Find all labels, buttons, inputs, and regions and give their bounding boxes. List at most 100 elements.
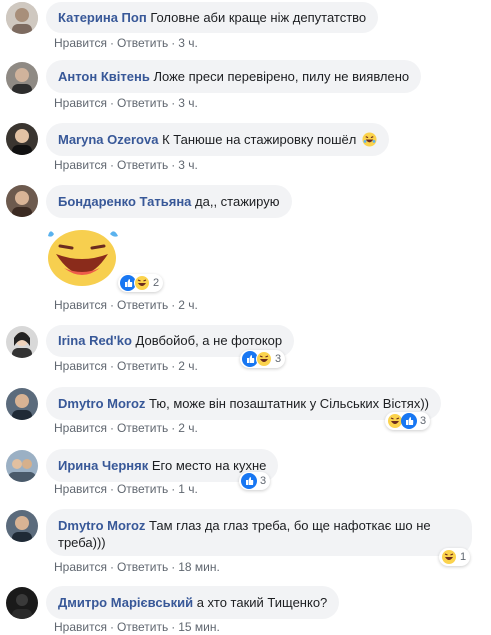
separator: · [171,36,176,50]
comment-bubble: Катерина Поп Головне аби краще ніж депут… [46,2,379,33]
author-name[interactable]: Бондаренко Татьяна [58,194,191,209]
reply-link[interactable]: Ответить [117,421,168,435]
like-reaction-icon [241,473,257,489]
comment-text: Там глаз да глаз треба, бо ще нафоткає ш… [149,518,431,533]
comment-bubble: Dmytro Moroz Тю, може він позаштатник у … [46,387,441,420]
like-link[interactable]: Нравится [54,298,107,312]
reaction-count: 1 [460,551,467,563]
reaction-summary[interactable]: 3 [240,350,286,368]
comment-bubble: Антон Квітень Ложе преси перевірено, пил… [46,60,422,93]
like-reaction-icon [401,413,417,429]
avatar-photo [6,326,38,358]
author-name[interactable]: Maryna Ozerova [58,132,158,147]
separator: · [109,96,114,110]
author-name[interactable]: Дмитро Марієвський [58,595,193,610]
comment-actions: Нравится · Ответить · 15 мин. [54,619,220,635]
comment-actions: Нравится · Ответить · 18 мин. [54,559,220,575]
reply-link[interactable]: Ответить [117,482,168,496]
separator: · [109,482,114,496]
like-link[interactable]: Нравится [54,421,107,435]
comment-bubble: Бондаренко Татьяна да,, стажирую [46,185,292,218]
like-link[interactable]: Нравится [54,158,107,172]
separator: · [109,298,114,312]
separator: · [171,359,176,373]
avatar[interactable] [6,587,38,619]
author-name[interactable]: Антон Квітень [58,69,150,84]
haha-reaction-icon [441,549,457,565]
reaction-count: 3 [420,415,427,427]
avatar[interactable] [6,185,38,217]
author-name[interactable]: Dmytro Moroz [58,396,145,411]
comment-text: К Танюше на стажировку пошёл [162,132,357,147]
avatar[interactable] [6,62,38,94]
author-name[interactable]: Dmytro Moroz [58,518,145,533]
comment-actions: Нравится · Ответить · 2 ч. [54,420,198,436]
separator: · [171,560,176,574]
avatar-photo [6,2,38,34]
separator: · [171,482,176,496]
comment-text: Головне аби краще ніж депутатство [150,10,367,25]
timestamp[interactable]: 3 ч. [178,158,198,172]
separator: · [109,560,114,574]
like-link[interactable]: Нравится [54,359,107,373]
reaction-count: 3 [260,475,267,487]
comment-actions: Нравится · Ответить · 2 ч. [54,297,198,313]
comment-text: Тю, може він позаштатник у Сільських Віс… [149,396,429,411]
author-name[interactable]: Катерина Поп [58,10,147,25]
timestamp[interactable]: 2 ч. [178,298,198,312]
comment-actions: Нравится · Ответить · 2 ч. [54,358,198,374]
separator: · [171,96,176,110]
author-name[interactable]: Irina Red'ko [58,333,132,348]
timestamp[interactable]: 3 ч. [178,96,198,110]
comment-text: а хто такий Тищенко? [196,595,328,610]
timestamp[interactable]: 18 мин. [178,560,220,574]
comment-text: Довбойоб, а не фотокор [135,333,283,348]
comment-text: Его место на кухне [151,458,267,473]
reply-link[interactable]: Ответить [117,359,168,373]
comment-bubble: Дмитро Марієвський а хто такий Тищенко? [46,586,340,619]
reaction-count: 2 [153,277,160,289]
reaction-summary[interactable]: 2 [118,274,164,292]
timestamp[interactable]: 3 ч. [178,36,198,50]
comment-text: да,, стажирую [195,194,280,209]
separator: · [109,36,114,50]
avatar-photo [6,185,38,217]
like-link[interactable]: Нравится [54,560,107,574]
avatar-photo [6,62,38,94]
avatar[interactable] [6,450,38,482]
avatar[interactable] [6,2,38,34]
reaction-summary[interactable]: 1 [439,548,471,566]
avatar[interactable] [6,123,38,155]
avatar[interactable] [6,388,38,420]
avatar-photo [6,450,38,482]
like-link[interactable]: Нравится [54,482,107,496]
comment-actions: Нравится · Ответить · 1 ч. [54,481,198,497]
reply-link[interactable]: Ответить [117,36,168,50]
timestamp[interactable]: 1 ч. [178,482,198,496]
like-link[interactable]: Нравится [54,96,107,110]
reply-link[interactable]: Ответить [117,560,168,574]
avatar-photo [6,123,38,155]
laughing-sticker-icon [48,230,118,286]
separator: · [171,158,176,172]
avatar[interactable] [6,510,38,542]
separator: · [109,158,114,172]
reply-link[interactable]: Ответить [117,158,168,172]
like-link[interactable]: Нравится [54,36,107,50]
reaction-summary[interactable]: 3 [239,472,271,490]
comment-actions: Нравится · Ответить · 3 ч. [54,95,198,111]
avatar-photo [6,587,38,619]
avatar-photo [6,388,38,420]
comment-bubble: Maryna Ozerova К Танюше на стажировку по… [46,123,390,156]
reaction-count: 3 [275,353,282,365]
reply-link[interactable]: Ответить [117,298,168,312]
timestamp[interactable]: 2 ч. [178,359,198,373]
separator: · [109,421,114,435]
comment-actions: Нравится · Ответить · 3 ч. [54,35,198,51]
reaction-summary[interactable]: 3 [385,412,431,430]
reply-link[interactable]: Ответить [117,96,168,110]
timestamp[interactable]: 2 ч. [178,421,198,435]
avatar[interactable] [6,326,38,358]
avatar-photo [6,510,38,542]
author-name[interactable]: Ирина Черняк [58,458,148,473]
